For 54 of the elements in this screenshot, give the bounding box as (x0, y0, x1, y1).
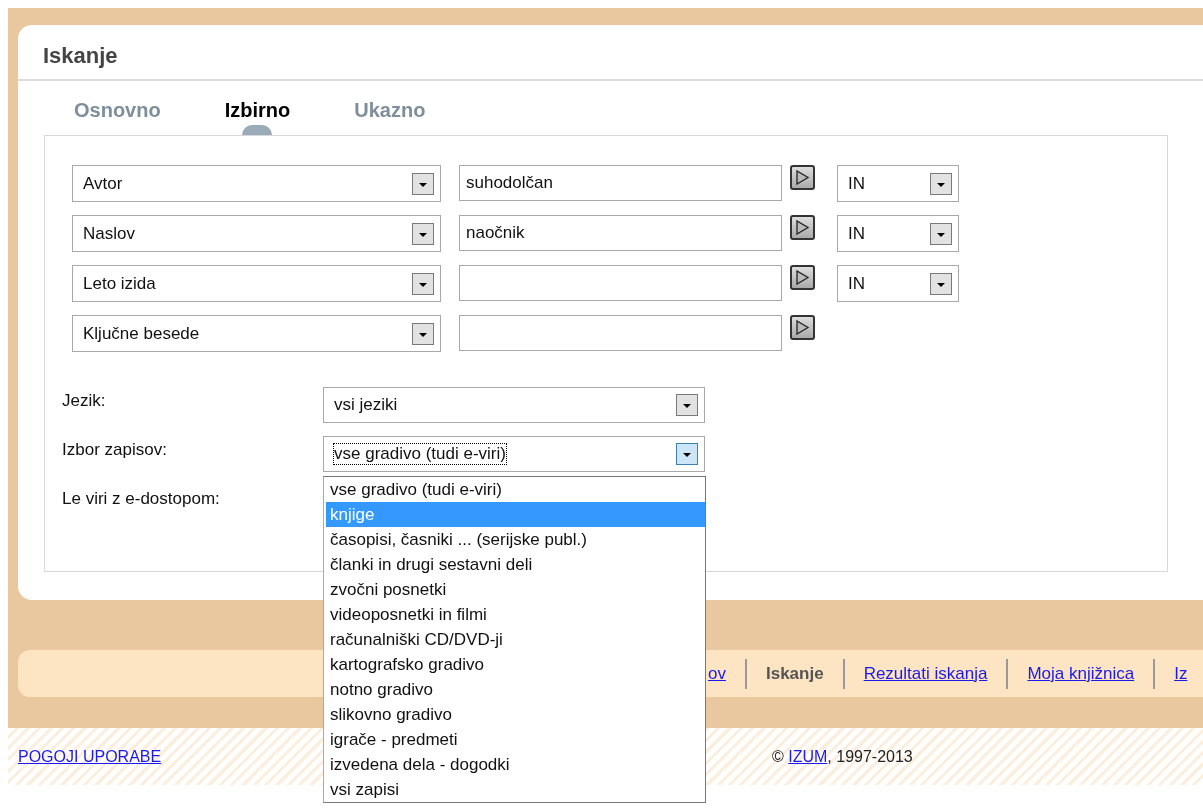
search-button[interactable] (790, 265, 815, 290)
input-field[interactable] (459, 265, 782, 301)
tab[interactable]: Izbirno (224, 81, 291, 135)
caret-icon (412, 322, 434, 345)
nav-link[interactable]: ov (708, 663, 726, 684)
dropdown-option[interactable]: vsi zapisi (324, 777, 705, 802)
search-button[interactable] (790, 315, 815, 340)
caret-icon (930, 272, 952, 295)
page-title: Iskanje (18, 25, 1203, 81)
filter-label: Jezik: (62, 390, 107, 411)
dropdown-option[interactable]: zvočni posnetki (324, 577, 705, 602)
caret-icon (412, 272, 434, 295)
field-select[interactable]: Naslov (72, 215, 441, 252)
filter-select[interactable]: vsi jeziki (323, 387, 705, 423)
dropdown-option[interactable]: izvedena dela - dogodki (324, 752, 705, 777)
dropdown-option[interactable]: računalniški CD/DVD-ji (324, 627, 705, 652)
filter-label: Izbor zapisov: (62, 439, 168, 460)
nav-link[interactable]: Moja knjižnica (1027, 663, 1135, 684)
input-field[interactable]: suhodolčan (459, 165, 782, 201)
caret-icon (412, 222, 434, 245)
dropdown-option[interactable]: časopisi, časniki ... (serijske publ.) (324, 527, 705, 552)
triangle-icon (795, 220, 810, 235)
triangle-icon (795, 270, 810, 285)
dropdown-option[interactable]: vse gradivo (tudi e-viri) (324, 477, 705, 502)
input-field[interactable] (459, 315, 782, 351)
caret-icon (412, 172, 434, 195)
nav-link[interactable]: Iz (1174, 663, 1188, 684)
input-field[interactable]: naočnik (459, 215, 782, 251)
dropdown-option[interactable]: članki in drugi sestavni deli (324, 552, 705, 577)
copyright-text: © IZUM, 1997-2013 (772, 747, 914, 766)
operator-select[interactable]: IN (837, 215, 959, 252)
caret-icon (930, 222, 952, 245)
field-select[interactable]: Avtor (72, 165, 441, 202)
filter-select[interactable]: vse gradivo (tudi e-viri) (323, 436, 705, 472)
caret-icon (676, 394, 698, 416)
caret-icon (676, 443, 698, 465)
dropdown-option[interactable]: igrače - predmeti (324, 727, 705, 752)
dropdown-option[interactable]: notno gradivo (324, 677, 705, 702)
nav-current: Iskanje (765, 663, 824, 684)
triangle-icon (795, 170, 810, 185)
dropdown-option[interactable]: videoposnetki in filmi (324, 602, 705, 627)
operator-select[interactable]: IN (837, 265, 959, 302)
field-select[interactable]: Ključne besede (72, 315, 441, 352)
search-button[interactable] (790, 165, 815, 190)
izum-link[interactable]: IZUM (788, 747, 828, 765)
field-select[interactable]: Leto izida (72, 265, 441, 302)
search-button[interactable] (790, 215, 815, 240)
dropdown-option[interactable]: kartografsko gradivo (324, 652, 705, 677)
nav-link[interactable]: Rezultati iskanja (863, 663, 988, 684)
operator-select[interactable]: IN (837, 165, 959, 202)
filter-label: Le viri z e-dostopom: (62, 488, 221, 509)
caret-icon (930, 172, 952, 195)
triangle-icon (795, 320, 810, 335)
dropdown-option[interactable]: slikovno gradivo (324, 702, 705, 727)
